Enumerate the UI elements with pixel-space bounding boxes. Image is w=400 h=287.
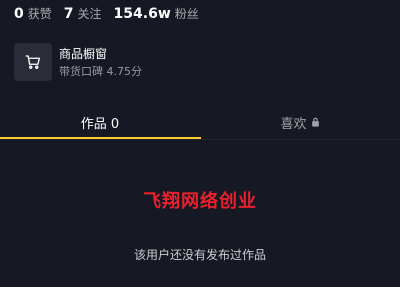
- stat-label: 粉丝: [174, 7, 199, 21]
- stat-followers[interactable]: 154.6w 粉丝: [114, 5, 199, 22]
- tab-likes-label: 喜欢: [280, 116, 307, 132]
- watermark-text: 飞翔网络创业: [143, 191, 257, 212]
- lock-icon: [311, 117, 320, 127]
- profile-tabs: 作品 0 喜欢: [0, 109, 400, 139]
- tab-works-label: 作品 0: [80, 116, 120, 132]
- showcase-title: 商品橱窗: [59, 46, 108, 61]
- empty-state-message: 该用户还没有发布过作品: [133, 248, 266, 262]
- tab-works[interactable]: 作品 0: [0, 109, 200, 139]
- stat-following[interactable]: 7 关注: [64, 5, 102, 22]
- stat-value: 154.6w: [113, 6, 171, 22]
- cart-icon: [14, 43, 52, 81]
- showcase-rating: 带货口碑 4.75分: [59, 64, 142, 78]
- stat-value: 0: [14, 6, 24, 22]
- tab-likes[interactable]: 喜欢: [200, 109, 400, 139]
- stat-value: 7: [63, 6, 74, 22]
- profile-stats: 0 获赞 7 关注 154.6w 粉丝: [14, 5, 211, 22]
- stat-label: 获赞: [27, 7, 52, 21]
- stat-label: 关注: [77, 7, 102, 21]
- tab-divider: [0, 139, 400, 140]
- product-showcase-entry[interactable]: 商品橱窗 带货口碑 4.75分: [14, 43, 142, 81]
- stat-likes-received[interactable]: 0 获赞: [14, 5, 52, 22]
